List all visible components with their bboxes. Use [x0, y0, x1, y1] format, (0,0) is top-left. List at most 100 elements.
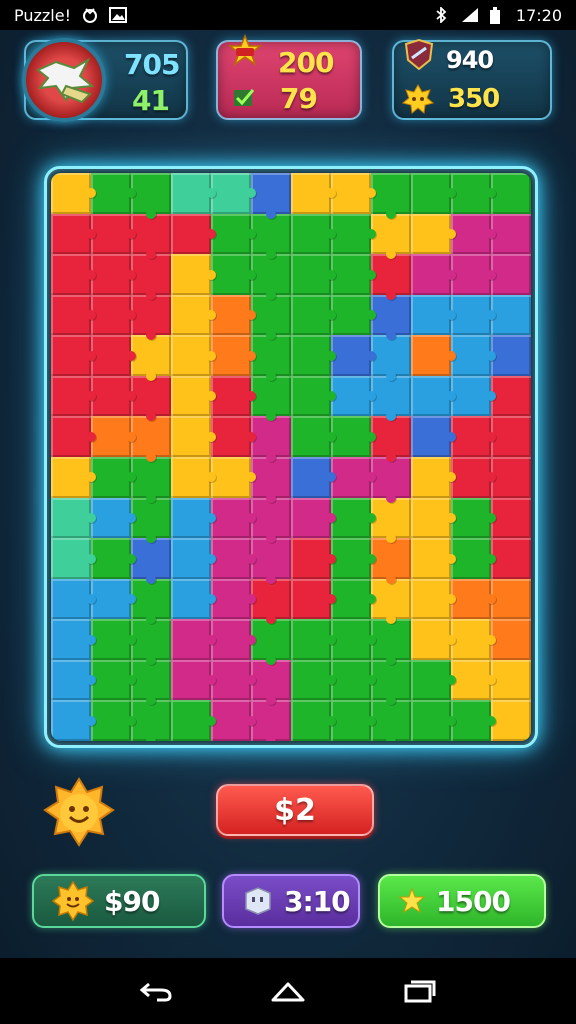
puzzle-piece[interactable]: [211, 700, 256, 741]
puzzle-piece[interactable]: [411, 538, 456, 579]
puzzle-piece[interactable]: [131, 497, 171, 543]
puzzle-piece[interactable]: [491, 538, 531, 579]
puzzle-piece[interactable]: [491, 578, 531, 620]
puzzle-piece[interactable]: [411, 173, 456, 214]
puzzle-piece[interactable]: [91, 294, 136, 336]
puzzle-piece[interactable]: [491, 254, 531, 295]
puzzle-piece[interactable]: [251, 538, 291, 584]
puzzle-piece[interactable]: [171, 254, 216, 295]
puzzle-piece[interactable]: [371, 254, 411, 300]
puzzle-piece[interactable]: [171, 659, 216, 701]
puzzle-piece[interactable]: [171, 538, 216, 579]
puzzle-piece[interactable]: [51, 619, 96, 660]
puzzle-piece[interactable]: [371, 497, 411, 543]
puzzle-piece[interactable]: [291, 700, 336, 741]
puzzle-piece[interactable]: [411, 213, 456, 255]
puzzle-piece[interactable]: [491, 416, 531, 457]
puzzle-piece[interactable]: [491, 335, 531, 376]
puzzle-piece[interactable]: [491, 457, 531, 498]
puzzle-piece[interactable]: [331, 173, 376, 214]
puzzle-piece[interactable]: [51, 457, 96, 498]
puzzle-piece[interactable]: [291, 497, 336, 539]
puzzle-piece[interactable]: [171, 416, 216, 457]
puzzle-piece[interactable]: [411, 375, 456, 417]
puzzle-piece[interactable]: [331, 619, 376, 660]
puzzle-piece[interactable]: [91, 173, 136, 214]
puzzle-piece[interactable]: [371, 294, 411, 340]
puzzle-piece[interactable]: [411, 335, 456, 376]
puzzle-piece[interactable]: [491, 659, 531, 701]
puzzle-piece[interactable]: [171, 213, 216, 255]
puzzle-piece[interactable]: [171, 700, 216, 741]
puzzle-piece[interactable]: [371, 578, 411, 624]
puzzle-piece[interactable]: [451, 294, 496, 336]
puzzle-piece[interactable]: [131, 619, 171, 665]
puzzle-piece[interactable]: [171, 457, 216, 498]
puzzle-piece[interactable]: [291, 375, 336, 417]
timer-button[interactable]: 3:10: [222, 874, 360, 928]
puzzle-piece[interactable]: [331, 659, 376, 701]
puzzle-piece[interactable]: [51, 294, 96, 336]
puzzle-piece[interactable]: [91, 254, 136, 295]
puzzle-piece[interactable]: [51, 497, 96, 539]
puzzle-piece[interactable]: [451, 619, 496, 660]
puzzle-piece[interactable]: [451, 416, 496, 457]
puzzle-piece[interactable]: [51, 659, 96, 701]
puzzle-piece[interactable]: [171, 335, 216, 376]
puzzle-piece[interactable]: [171, 173, 216, 214]
puzzle-piece[interactable]: [51, 173, 96, 214]
puzzle-piece[interactable]: [51, 578, 96, 620]
puzzle-piece[interactable]: [291, 335, 336, 376]
puzzle-piece[interactable]: [331, 538, 376, 579]
puzzle-piece[interactable]: [451, 173, 496, 214]
puzzle-piece[interactable]: [371, 538, 411, 584]
puzzle-piece[interactable]: [211, 173, 256, 214]
puzzle-piece[interactable]: [251, 700, 291, 741]
price-button[interactable]: $2: [216, 784, 374, 836]
puzzle-piece[interactable]: [131, 538, 171, 584]
puzzle-piece[interactable]: [91, 375, 136, 417]
puzzle-piece[interactable]: [371, 700, 411, 741]
puzzle-piece[interactable]: [91, 619, 136, 660]
puzzle-piece[interactable]: [451, 254, 496, 295]
puzzle-piece[interactable]: [411, 416, 456, 457]
home-button[interactable]: [268, 976, 308, 1006]
puzzle-piece[interactable]: [331, 497, 376, 539]
puzzle-piece[interactable]: [251, 294, 291, 340]
puzzle-piece[interactable]: [291, 659, 336, 701]
puzzle-piece[interactable]: [291, 254, 336, 295]
puzzle-piece[interactable]: [331, 416, 376, 457]
puzzle-piece[interactable]: [131, 416, 171, 462]
puzzle-piece[interactable]: [211, 538, 256, 579]
puzzle-piece[interactable]: [451, 375, 496, 417]
puzzle-piece[interactable]: [451, 457, 496, 498]
puzzle-piece[interactable]: [491, 497, 531, 539]
puzzle-piece[interactable]: [51, 335, 96, 376]
puzzle-piece[interactable]: [371, 335, 411, 381]
puzzle-piece[interactable]: [331, 457, 376, 498]
puzzle-piece[interactable]: [91, 538, 136, 579]
puzzle-piece[interactable]: [291, 578, 336, 620]
puzzle-piece[interactable]: [211, 335, 256, 376]
puzzle-piece[interactable]: [331, 213, 376, 255]
puzzle-piece[interactable]: [91, 700, 136, 741]
puzzle-piece[interactable]: [371, 213, 411, 259]
back-button[interactable]: [136, 976, 176, 1006]
puzzle-piece[interactable]: [491, 375, 531, 417]
puzzle-piece[interactable]: [251, 375, 291, 421]
puzzle-piece[interactable]: [131, 578, 171, 624]
puzzle-piece[interactable]: [411, 254, 456, 295]
puzzle-piece[interactable]: [91, 578, 136, 620]
puzzle-piece[interactable]: [211, 578, 256, 620]
puzzle-piece[interactable]: [51, 213, 96, 255]
puzzle-piece[interactable]: [291, 173, 336, 214]
puzzle-piece[interactable]: [51, 538, 96, 579]
puzzle-piece[interactable]: [331, 335, 376, 376]
puzzle-piece[interactable]: [131, 294, 171, 340]
puzzle-piece[interactable]: [91, 497, 136, 539]
puzzle-piece[interactable]: [91, 213, 136, 255]
puzzle-piece[interactable]: [131, 457, 171, 503]
puzzle-piece[interactable]: [91, 416, 136, 457]
puzzle-piece[interactable]: [291, 294, 336, 336]
puzzle-piece[interactable]: [251, 619, 291, 665]
